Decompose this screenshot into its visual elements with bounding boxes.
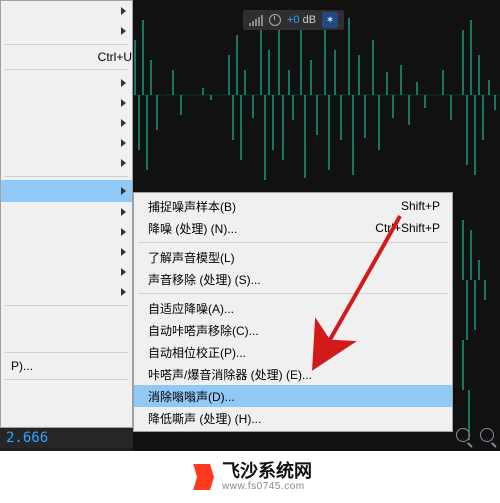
chevron-right-icon [121,228,126,236]
db-readout: +0 dB [287,14,316,26]
menu-item[interactable] [1,262,132,282]
menu-separator [5,69,128,70]
noise-reduction-submenu[interactable]: 捕捉噪声样本(B) Shift+P 降噪 (处理) (N)... Ctrl+Sh… [133,192,453,432]
chevron-right-icon [121,159,126,167]
menu-item[interactable] [1,383,132,403]
menu-item-noise-reduction[interactable] [1,180,132,202]
chevron-right-icon [121,268,126,276]
menu-separator [5,352,128,353]
submenu-noise-reduction-process[interactable]: 降噪 (处理) (N)... Ctrl+Shift+P [134,217,452,239]
menu-item[interactable] [1,113,132,133]
submenu-sound-remover[interactable]: 声音移除 (处理) (S)... [134,268,452,290]
chevron-right-icon [121,119,126,127]
watermark-logo-icon [188,464,214,490]
menu-item[interactable] [1,202,132,222]
menu-item[interactable] [1,309,132,329]
menu-item[interactable] [1,93,132,113]
menu-separator [5,44,128,45]
clock-icon[interactable] [269,14,281,26]
zoom-out-icon[interactable] [456,428,470,442]
menu-separator [5,379,128,380]
submenu-capture-noise-print[interactable]: 捕捉噪声样本(B) Shift+P [134,195,452,217]
submenu-dehiss[interactable]: 降低嘶声 (处理) (H)... [134,407,452,429]
menu-item[interactable] [1,282,132,302]
menu-separator [138,293,448,294]
chevron-right-icon [121,139,126,147]
zoom-in-icon[interactable] [480,428,494,442]
menu-item[interactable] [1,153,132,173]
chevron-right-icon [121,7,126,15]
timecode-display: 2.666 [0,428,133,448]
primary-context-menu[interactable]: Ctrl+U P)... [0,0,133,428]
menu-item-ctrl-u[interactable]: Ctrl+U [1,48,132,66]
menu-item[interactable] [1,73,132,93]
menu-separator [5,305,128,306]
submenu-dehummer[interactable]: 消除嗡嗡声(D)... [134,385,452,407]
menu-item[interactable] [1,329,132,349]
pin-button[interactable]: ✶ [322,12,338,28]
hud-toolbar: +0 dB ✶ [243,10,344,30]
menu-separator [5,176,128,177]
watermark-url: www.fs0745.com [222,481,312,492]
menu-item-p[interactable]: P)... [1,356,132,376]
menu-item[interactable] [1,133,132,153]
zoom-controls [456,428,494,442]
chevron-right-icon [121,187,126,195]
watermark-footer: 飞沙系统网 www.fs0745.com [0,451,500,503]
watermark-title: 飞沙系统网 [222,462,312,482]
level-meter-icon [249,14,263,26]
waveform-graphic [133,0,500,200]
chevron-right-icon [121,248,126,256]
chevron-right-icon [121,99,126,107]
menu-item[interactable] [1,242,132,262]
chevron-right-icon [121,208,126,216]
menu-item[interactable] [1,222,132,242]
submenu-auto-click-remover[interactable]: 自动咔嗒声移除(C)... [134,319,452,341]
submenu-auto-phase-correction[interactable]: 自动相位校正(P)... [134,341,452,363]
chevron-right-icon [121,288,126,296]
menu-item[interactable] [1,21,132,41]
submenu-learn-sound-model[interactable]: 了解声音模型(L) [134,246,452,268]
submenu-adaptive-noise-reduction[interactable]: 自适应降噪(A)... [134,297,452,319]
submenu-click-pop-eliminator[interactable]: 咔嗒声/爆音消除器 (处理) (E)... [134,363,452,385]
menu-item[interactable] [1,1,132,21]
menu-separator [138,242,448,243]
chevron-right-icon [121,27,126,35]
chevron-right-icon [121,79,126,87]
